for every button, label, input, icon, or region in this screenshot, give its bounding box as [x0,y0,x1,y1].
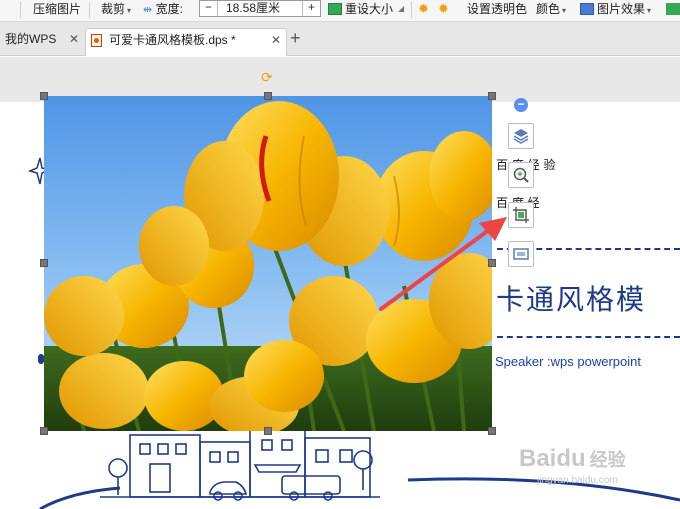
close-icon[interactable]: ✕ [271,29,281,51]
zoom-in-icon [513,167,529,183]
set-transparent-button[interactable]: 设置透明色 [467,0,527,20]
close-icon[interactable]: ✕ [69,28,79,50]
chevron-down-icon: ▾ [127,6,132,15]
picture-effects-button[interactable]: 图片效果 ▾ [580,0,651,20]
tab-label: 我的WPS [5,32,57,46]
reset-size-button[interactable]: 重设大小 [328,0,393,20]
resize-handle-bottom[interactable] [264,427,272,435]
reset-size-icon [328,3,342,15]
resize-handle-top-right[interactable] [488,92,496,100]
speaker-text[interactable]: Speaker :wps powerpoint [495,354,641,369]
resize-handle-top[interactable] [264,92,272,100]
width-increase-button[interactable]: + [302,1,320,16]
tab-label: 可爱卡通风格模板.dps * [109,33,236,47]
expand-icon[interactable]: ◢ [398,0,404,20]
chevron-down-icon: ▾ [562,6,567,15]
compress-picture-button[interactable]: 压缩图片 [33,0,81,20]
width-value[interactable]: 18.58厘米 [226,1,280,15]
document-tab-bar: 我的WPS ✕ 可爱卡通风格模板.dps * ✕ + [0,22,680,56]
width-icon: ⇹ [143,4,153,16]
picture-effects-label: 图片效果 [597,2,646,16]
rotate-handle-icon[interactable]: ⟳ [261,70,275,84]
crop-button[interactable]: 裁剪 ▾ [101,0,131,20]
reset-size-label: 重设大小 [345,2,394,16]
color-button[interactable]: 颜色 ▾ [536,0,566,20]
width-stepper[interactable]: − 18.58厘米 + [199,0,321,17]
crop-label: 裁剪 [101,2,126,16]
watermark-brand: Baidu [519,445,586,472]
toolbar-divider [411,2,412,18]
slide-title[interactable]: 卡通风格模 [496,278,646,318]
tab-active-document[interactable]: 可爱卡通风格模板.dps * ✕ [85,28,287,56]
toolbar-divider [89,2,90,18]
more-tools-icon[interactable] [666,0,680,20]
resize-handle-top-left[interactable] [40,92,48,100]
baidu-jingyan-watermark: Baidu 经验 jingyan.baidu.com [519,441,649,489]
resize-handle-bottom-left[interactable] [40,427,48,435]
watermark-url: jingyan.baidu.com [537,475,618,486]
dashed-divider [497,336,680,338]
chevron-down-icon: ▾ [647,6,652,15]
resize-handle-bottom-right[interactable] [488,427,496,435]
resize-handle-left[interactable] [40,259,48,267]
layers-tool-button[interactable] [508,123,534,149]
compress-label: 压缩图片 [33,2,82,16]
picture-toolbar: 压缩图片 裁剪 ▾ ⇹ 宽度: − 18.58厘米 + 重设大小 ◢ ✹ ✹ 设置… [0,0,680,22]
presentation-file-icon [91,34,102,47]
red-arrow-annotation-icon [379,217,507,311]
contrast-icon[interactable]: ✹ [438,0,449,20]
toolbar-divider [20,2,21,18]
width-decrease-button[interactable]: − [200,1,218,16]
picture-effects-icon [580,3,594,15]
tab-my-wps[interactable]: 我的WPS ✕ [0,28,82,56]
brightness-icon[interactable]: ✹ [418,0,429,20]
width-control: ⇹ 宽度: [143,0,183,20]
layers-icon [513,129,529,144]
toolbar-edge [0,0,4,20]
new-tab-button[interactable]: + [290,28,301,48]
zoom-tool-button[interactable] [508,162,534,188]
collapse-tools-icon[interactable]: − [514,98,528,112]
watermark-suffix: 经验 [589,450,626,470]
set-transparent-label: 设置透明色 [467,2,528,16]
width-label: 宽度: [155,2,183,16]
color-label: 颜色 [536,2,561,16]
